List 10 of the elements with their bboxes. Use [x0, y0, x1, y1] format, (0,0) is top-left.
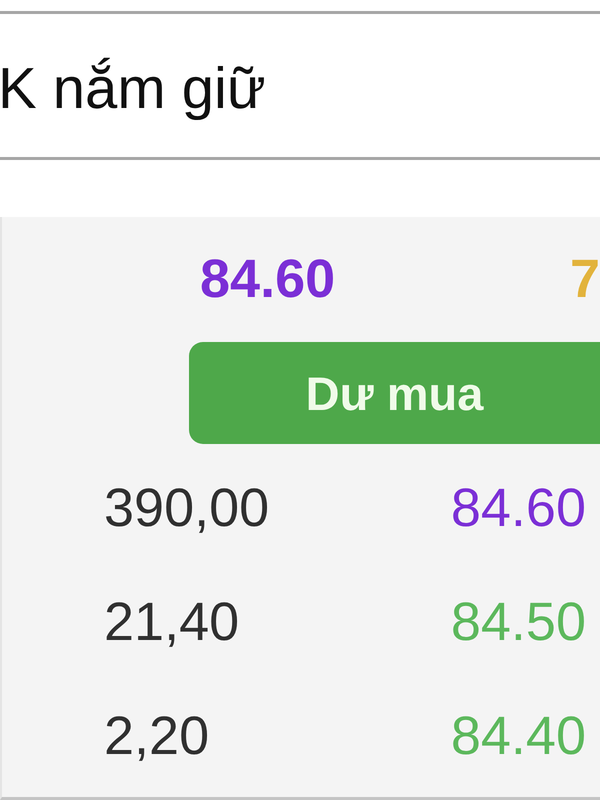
volume-cell: 21,40 [104, 593, 240, 653]
volume-cell: 2,20 [104, 707, 210, 767]
price-text: 84.60 [200, 250, 336, 310]
price-cell: 84.60 [450, 479, 586, 539]
section-title: K nắm giữ [0, 54, 266, 123]
buy-surplus-button[interactable]: Dư mua [189, 342, 600, 444]
price-text: 7 [570, 250, 600, 310]
volume-cell: 390,00 [104, 479, 270, 539]
price-cell: 84.40 [450, 707, 586, 767]
price-cell: 84.50 [450, 593, 586, 653]
